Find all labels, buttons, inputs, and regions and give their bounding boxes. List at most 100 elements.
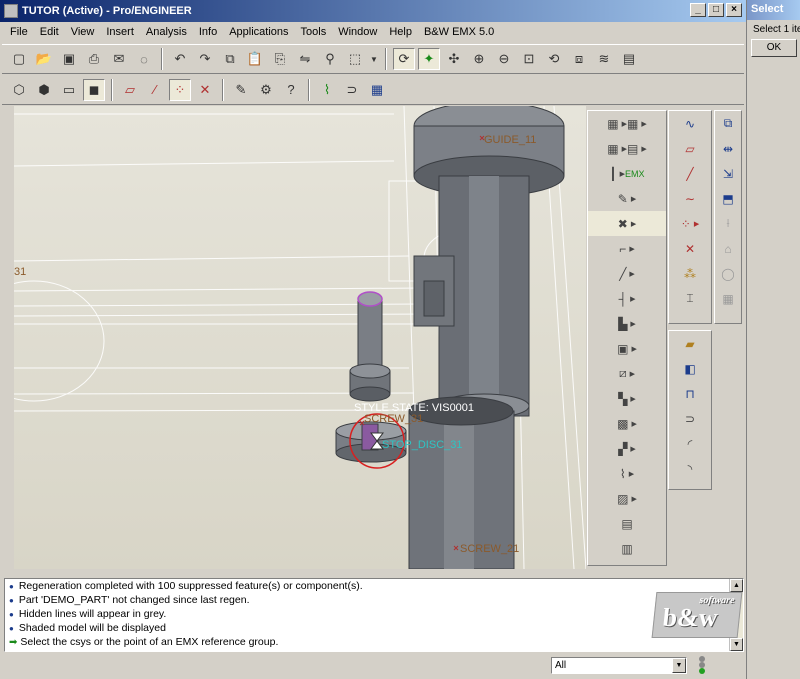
- emx-drawing-icon[interactable]: ▥: [588, 536, 666, 561]
- hole-icon[interactable]: ⊃: [669, 406, 711, 431]
- revolve-icon[interactable]: ◧: [669, 356, 711, 381]
- emx-locator-icon[interactable]: ▣ ▶: [588, 336, 666, 361]
- select-box-icon[interactable]: ⬚: [344, 48, 366, 70]
- new-icon[interactable]: ▢: [8, 48, 30, 70]
- emx-sprue-icon[interactable]: ⧄ ▶: [588, 361, 666, 386]
- emx-insert-icon[interactable]: ▨ ▶: [588, 486, 666, 511]
- whats-this-icon[interactable]: ?: [280, 79, 302, 101]
- zoom-in-icon[interactable]: ⊕: [468, 48, 490, 70]
- parameters-icon[interactable]: ⚙: [255, 79, 277, 101]
- ok-button[interactable]: OK: [751, 39, 797, 57]
- emx-slider-icon[interactable]: ▩ ▶: [588, 411, 666, 436]
- shading-icon[interactable]: ◼: [83, 78, 105, 101]
- undo-icon[interactable]: ↶: [169, 48, 191, 70]
- menu-help[interactable]: Help: [383, 26, 418, 38]
- mirror-icon[interactable]: ⇋: [294, 48, 316, 70]
- emx-bom-icon[interactable]: ▤: [588, 511, 666, 536]
- mirror-feature-icon[interactable]: ⇹: [715, 136, 741, 161]
- round-icon[interactable]: ◜: [669, 431, 711, 456]
- scroll-down-icon[interactable]: ▼: [730, 638, 743, 651]
- menu-window[interactable]: Window: [332, 26, 383, 38]
- emx-pin-icon[interactable]: ✎ ▶: [588, 186, 666, 211]
- annotation-icon[interactable]: ⌶: [669, 286, 711, 311]
- datum-planes-icon[interactable]: ▱: [119, 79, 141, 101]
- datum-axis-icon[interactable]: ╱: [669, 161, 711, 186]
- datum-plane-icon[interactable]: ▱: [669, 136, 711, 161]
- datum-curve-icon[interactable]: ∼: [669, 186, 711, 211]
- trim-icon[interactable]: ⟊: [715, 211, 741, 236]
- csys-icon[interactable]: ✕: [194, 79, 216, 101]
- hidden-line-icon[interactable]: ⬢: [33, 79, 55, 101]
- copy-icon[interactable]: ⧉: [219, 48, 241, 70]
- save-icon[interactable]: ▣: [58, 48, 80, 70]
- datum-csys-icon[interactable]: ✕: [669, 236, 711, 261]
- emx-bolt-icon[interactable]: ⌐ ▶: [588, 236, 666, 261]
- datum-points-icon[interactable]: ⁘: [169, 78, 191, 101]
- menu-applications[interactable]: Applications: [223, 26, 294, 38]
- emx-screw-icon[interactable]: ✖ ▶: [588, 211, 666, 236]
- menu-edit[interactable]: Edit: [34, 26, 65, 38]
- emx-dowel-icon[interactable]: ╱ ▶: [588, 261, 666, 286]
- model-view[interactable]: GUIDE_11 31 STYLE STATE: VIS0001 SCREW_3…: [14, 106, 586, 569]
- emx-spring-icon[interactable]: ⌇ ▶: [588, 461, 666, 486]
- zoom-out-icon[interactable]: ⊖: [493, 48, 515, 70]
- menu-file[interactable]: File: [4, 26, 34, 38]
- orient-icon[interactable]: ✣: [443, 48, 465, 70]
- scroll-up-icon[interactable]: ▲: [730, 579, 743, 592]
- analysis-icon[interactable]: ⁂: [669, 261, 711, 286]
- layers-icon[interactable]: ≋: [593, 48, 615, 70]
- menu-tools[interactable]: Tools: [295, 26, 333, 38]
- menu-view[interactable]: View: [65, 26, 101, 38]
- erase-icon[interactable]: ◌: [133, 48, 155, 70]
- menu-info[interactable]: Info: [193, 26, 223, 38]
- sweep-icon[interactable]: ⊓: [669, 381, 711, 406]
- spin-center-icon[interactable]: ✦: [418, 48, 440, 70]
- routing-icon[interactable]: ⊃: [341, 79, 363, 101]
- select-dropdown-icon[interactable]: ▼: [369, 48, 379, 70]
- menu-insert[interactable]: Insert: [100, 26, 140, 38]
- emx-icon[interactable]: ▦: [366, 79, 388, 101]
- paste-icon[interactable]: 📋: [244, 48, 266, 70]
- menu-analysis[interactable]: Analysis: [140, 26, 193, 38]
- emx-ejector-icon[interactable]: ┤ ▶: [588, 286, 666, 311]
- pattern-icon[interactable]: ▦: [715, 286, 741, 311]
- repaint-icon[interactable]: ⟳: [393, 48, 415, 70]
- find-icon[interactable]: ⚲: [319, 48, 341, 70]
- wireframe-icon[interactable]: ⬡: [8, 79, 30, 101]
- offset-icon[interactable]: ◯: [715, 261, 741, 286]
- left-scroll-strip[interactable]: [0, 106, 14, 569]
- extend-icon[interactable]: ⌂: [715, 236, 741, 261]
- graphics-window[interactable]: GUIDE_11 31 STYLE STATE: VIS0001 SCREW_3…: [14, 106, 586, 569]
- open-icon[interactable]: 📂: [33, 48, 55, 70]
- emx-plate2-icon[interactable]: ▦ ▶ ▤ ▶: [588, 136, 666, 161]
- selection-filter[interactable]: All ▼: [551, 657, 687, 674]
- reorient-icon[interactable]: ⟲: [543, 48, 565, 70]
- model-tree-icon[interactable]: ▤: [618, 48, 640, 70]
- emx-plate-icon[interactable]: ▦ ▶ ▦ ▶: [588, 111, 666, 136]
- minimize-button[interactable]: _: [690, 3, 706, 17]
- emx-lifter-icon[interactable]: ▞ ▶: [588, 436, 666, 461]
- spline-icon[interactable]: ⌇: [316, 79, 338, 101]
- sketch-icon[interactable]: ✎: [230, 79, 252, 101]
- move-icon[interactable]: ⇲: [715, 161, 741, 186]
- maximize-button[interactable]: □: [708, 3, 724, 17]
- datum-axes-icon[interactable]: ⁄: [144, 79, 166, 101]
- chevron-down-icon[interactable]: ▼: [672, 658, 686, 673]
- emx-sleeve-icon[interactable]: ▙ ▶: [588, 311, 666, 336]
- paste-special-icon[interactable]: ⎘: [269, 48, 291, 70]
- chamfer-icon[interactable]: ◝: [669, 456, 711, 481]
- extrude-icon[interactable]: ▰: [669, 331, 711, 356]
- email-icon[interactable]: ✉: [108, 48, 130, 70]
- sketch-curve-icon[interactable]: ∿: [669, 111, 711, 136]
- no-hidden-icon[interactable]: ▭: [58, 79, 80, 101]
- menu-bw-emx[interactable]: B&W EMX 5.0: [418, 26, 500, 38]
- close-button[interactable]: ×: [726, 3, 742, 17]
- merge-icon[interactable]: ⬒: [715, 186, 741, 211]
- datum-point-icon[interactable]: ⁘ ▶: [669, 211, 711, 236]
- emx-guide-icon[interactable]: ┃ ▶ EMX: [588, 161, 666, 186]
- emx-cooling-icon[interactable]: ▚ ▶: [588, 386, 666, 411]
- copy-feature-icon[interactable]: ⧉: [715, 111, 741, 136]
- print-icon[interactable]: ⎙: [83, 48, 105, 70]
- redo-icon[interactable]: ↷: [194, 48, 216, 70]
- refit-icon[interactable]: ⊡: [518, 48, 540, 70]
